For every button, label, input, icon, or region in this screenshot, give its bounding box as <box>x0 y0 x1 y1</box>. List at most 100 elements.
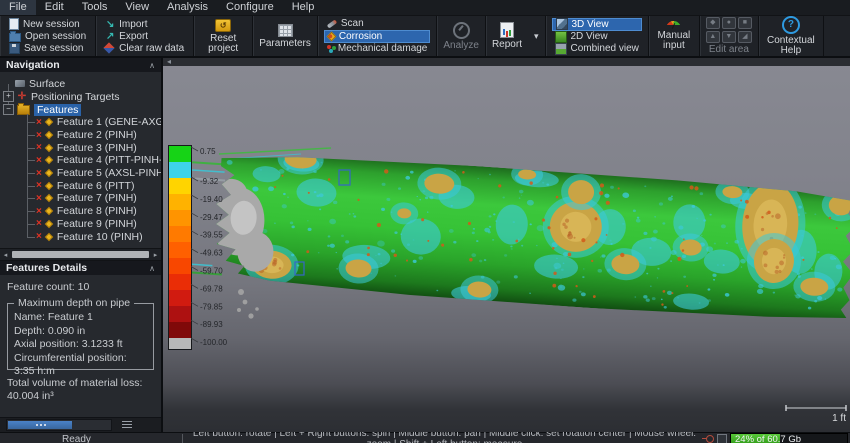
export-button[interactable]: ↗ Export <box>102 30 187 42</box>
surface-label: Surface <box>29 78 65 90</box>
memory-chip-icon <box>717 434 727 443</box>
reset-project-group: ↺ Reset project <box>194 16 253 56</box>
collapse-sidebar-icon[interactable]: ◂ <box>167 58 171 66</box>
tree-item-feature-3[interactable]: × Feature 3 (PINH) <box>0 141 161 154</box>
3d-viewport[interactable]: ◂ 0.75-9.32-19.40-29.47-39.55-49.63-59.7… <box>163 58 850 432</box>
features-expander-icon[interactable]: − <box>3 104 14 115</box>
view-2d-label: 2D View <box>571 31 608 42</box>
contextual-help-button[interactable]: ? Contextual Help <box>765 16 817 56</box>
navigation-collapse-icon[interactable]: ∧ <box>149 61 155 70</box>
view-combined-icon <box>555 43 567 55</box>
reset-project-icon: ↺ <box>215 19 231 32</box>
tree-item-positioning-targets[interactable]: + ✛ Positioning Targets <box>0 90 161 103</box>
parameters-label: Parameters <box>259 39 311 49</box>
menu-analysis[interactable]: Analysis <box>158 0 217 15</box>
mechanical-damage-label: Mechanical damage <box>338 43 428 54</box>
session-group: New session Open session Save session <box>0 16 96 56</box>
memory-widget: 24% of 60.7 Gb <box>706 433 850 443</box>
features-details-title: Features Details <box>6 262 87 274</box>
edit-area-tool-5-icon[interactable]: ▼ <box>722 31 736 43</box>
view-2d-button[interactable]: 2D View <box>552 31 642 43</box>
edit-area-tool-2-icon[interactable]: ● <box>722 17 736 29</box>
reset-project-button[interactable]: ↺ Reset project <box>200 19 246 54</box>
parameters-button[interactable]: Parameters <box>259 24 311 49</box>
edit-area-tool-6-icon[interactable]: ◢ <box>738 31 752 43</box>
import-icon: ↘ <box>105 19 115 30</box>
total-volume-loss: Total volume of material loss: 40.004 in… <box>7 377 154 403</box>
edit-area-tool-3-icon[interactable]: ■ <box>738 17 752 29</box>
navigation-horizontal-scrollbar[interactable]: ◂ ▸ <box>0 248 161 261</box>
edit-area-tool-4-icon[interactable]: ▲ <box>706 31 720 43</box>
features-details-collapse-icon[interactable]: ∧ <box>149 264 155 273</box>
scan-mode-button[interactable]: Scan <box>324 18 431 30</box>
tree-item-feature-4[interactable]: ×Feature 4 (PITT-PINH-AXSL-CISL) <box>0 154 161 167</box>
data-table-icon[interactable] <box>122 421 132 429</box>
bottom-scrollbar-thumb[interactable] <box>8 421 72 429</box>
report-group: Report ▾ <box>486 16 546 56</box>
tree-item-features[interactable]: − Features <box>0 103 161 116</box>
save-session-button[interactable]: Save session <box>6 42 89 54</box>
feature-corrosion-icon <box>45 118 53 126</box>
analyze-button[interactable]: Analyze <box>443 22 479 51</box>
feature-label: Feature 5 (AXSL-PINH) <box>57 167 161 179</box>
open-session-button[interactable]: Open session <box>6 30 89 42</box>
report-button[interactable]: Report <box>492 22 522 50</box>
analyze-label: Analyze <box>443 41 479 51</box>
feature-corrosion-icon <box>45 143 53 151</box>
report-dropdown-caret[interactable]: ▾ <box>534 31 539 42</box>
edit-area-tool-1-icon[interactable]: ◆ <box>706 17 720 29</box>
tree-item-feature-1[interactable]: ×Feature 1 (GENE-AXGR-PITT-PINH-AXS <box>0 116 161 129</box>
menu-bar: File Edit Tools View Analysis Configure … <box>0 0 850 16</box>
contextual-help-label: Contextual Help <box>765 36 817 56</box>
status-ready: Ready <box>0 434 183 443</box>
new-session-label: New session <box>23 19 80 30</box>
menu-configure[interactable]: Configure <box>217 0 283 15</box>
svg-text:0.75: 0.75 <box>200 147 216 156</box>
report-label: Report <box>492 40 522 50</box>
menu-edit[interactable]: Edit <box>36 0 73 15</box>
max-depth-depth: Depth: 0.090 in <box>14 325 147 339</box>
feature-corrosion-icon <box>45 182 53 190</box>
feature-delete-icon: × <box>36 193 42 204</box>
clear-raw-data-icon <box>103 42 114 53</box>
tree-item-feature-10[interactable]: ×Feature 10 (PINH) <box>0 230 161 243</box>
pipecheck-window: File Edit Tools View Analysis Configure … <box>0 0 850 443</box>
view-3d-button[interactable]: 3D View <box>552 18 642 31</box>
menu-view[interactable]: View <box>116 0 158 15</box>
scrollbar-thumb[interactable] <box>12 251 149 258</box>
scroll-right-arrow-icon[interactable]: ▸ <box>150 251 161 259</box>
status-bar: Ready Left button: rotate | Left + Right… <box>0 432 850 443</box>
tree-item-feature-6[interactable]: ×Feature 6 (PITT) <box>0 179 161 192</box>
view-combined-button[interactable]: Combined view <box>552 43 642 55</box>
open-session-label: Open session <box>25 31 86 42</box>
tree-item-surface[interactable]: Surface <box>0 77 161 90</box>
import-button[interactable]: ↘ Import <box>102 18 187 30</box>
max-depth-groupbox: Maximum depth on pipe Name: Feature 1 De… <box>7 303 154 370</box>
report-icon <box>500 22 514 38</box>
scroll-left-arrow-icon[interactable]: ◂ <box>0 251 11 259</box>
feature-delete-icon: × <box>36 180 42 191</box>
feature-label: Feature 3 (PINH) <box>57 142 137 154</box>
feature-delete-icon: × <box>36 142 42 153</box>
data-group: ↘ Import ↗ Export Clear raw data <box>96 16 194 56</box>
tree-item-feature-7[interactable]: ×Feature 7 (PINH) <box>0 192 161 205</box>
menu-help[interactable]: Help <box>283 0 324 15</box>
tree-item-feature-5[interactable]: ×Feature 5 (AXSL-PINH) <box>0 167 161 180</box>
positioning-targets-expander-icon[interactable]: + <box>3 91 14 102</box>
max-depth-name: Name: Feature 1 <box>14 311 147 325</box>
corrosion-mode-button[interactable]: Corrosion <box>324 30 431 43</box>
pipe-scene[interactable]: 0.75-9.32-19.40-29.47-39.55-49.63-59.70-… <box>163 66 850 432</box>
mechanical-damage-mode-button[interactable]: Mechanical damage <box>324 43 431 55</box>
menu-file[interactable]: File <box>0 0 36 15</box>
new-session-button[interactable]: New session <box>6 18 89 30</box>
clear-raw-data-button[interactable]: Clear raw data <box>102 42 187 54</box>
feature-list: ×Feature 1 (GENE-AXGR-PITT-PINH-AXS×Feat… <box>0 116 161 243</box>
depth-color-scale: 0.75-9.32-19.40-29.47-39.55-49.63-59.70-… <box>169 146 228 350</box>
tree-item-feature-9[interactable]: ×Feature 9 (PINH) <box>0 218 161 231</box>
view-group: 3D View 2D View Combined view <box>546 16 649 56</box>
tree-item-feature-8[interactable]: ×Feature 8 (PINH) <box>0 205 161 218</box>
manual-input-button[interactable]: Manual input <box>655 21 693 51</box>
bottom-scrollbar-track[interactable] <box>6 419 112 431</box>
tree-item-feature-2[interactable]: ×Feature 2 (PINH) <box>0 129 161 142</box>
menu-tools[interactable]: Tools <box>73 0 117 15</box>
